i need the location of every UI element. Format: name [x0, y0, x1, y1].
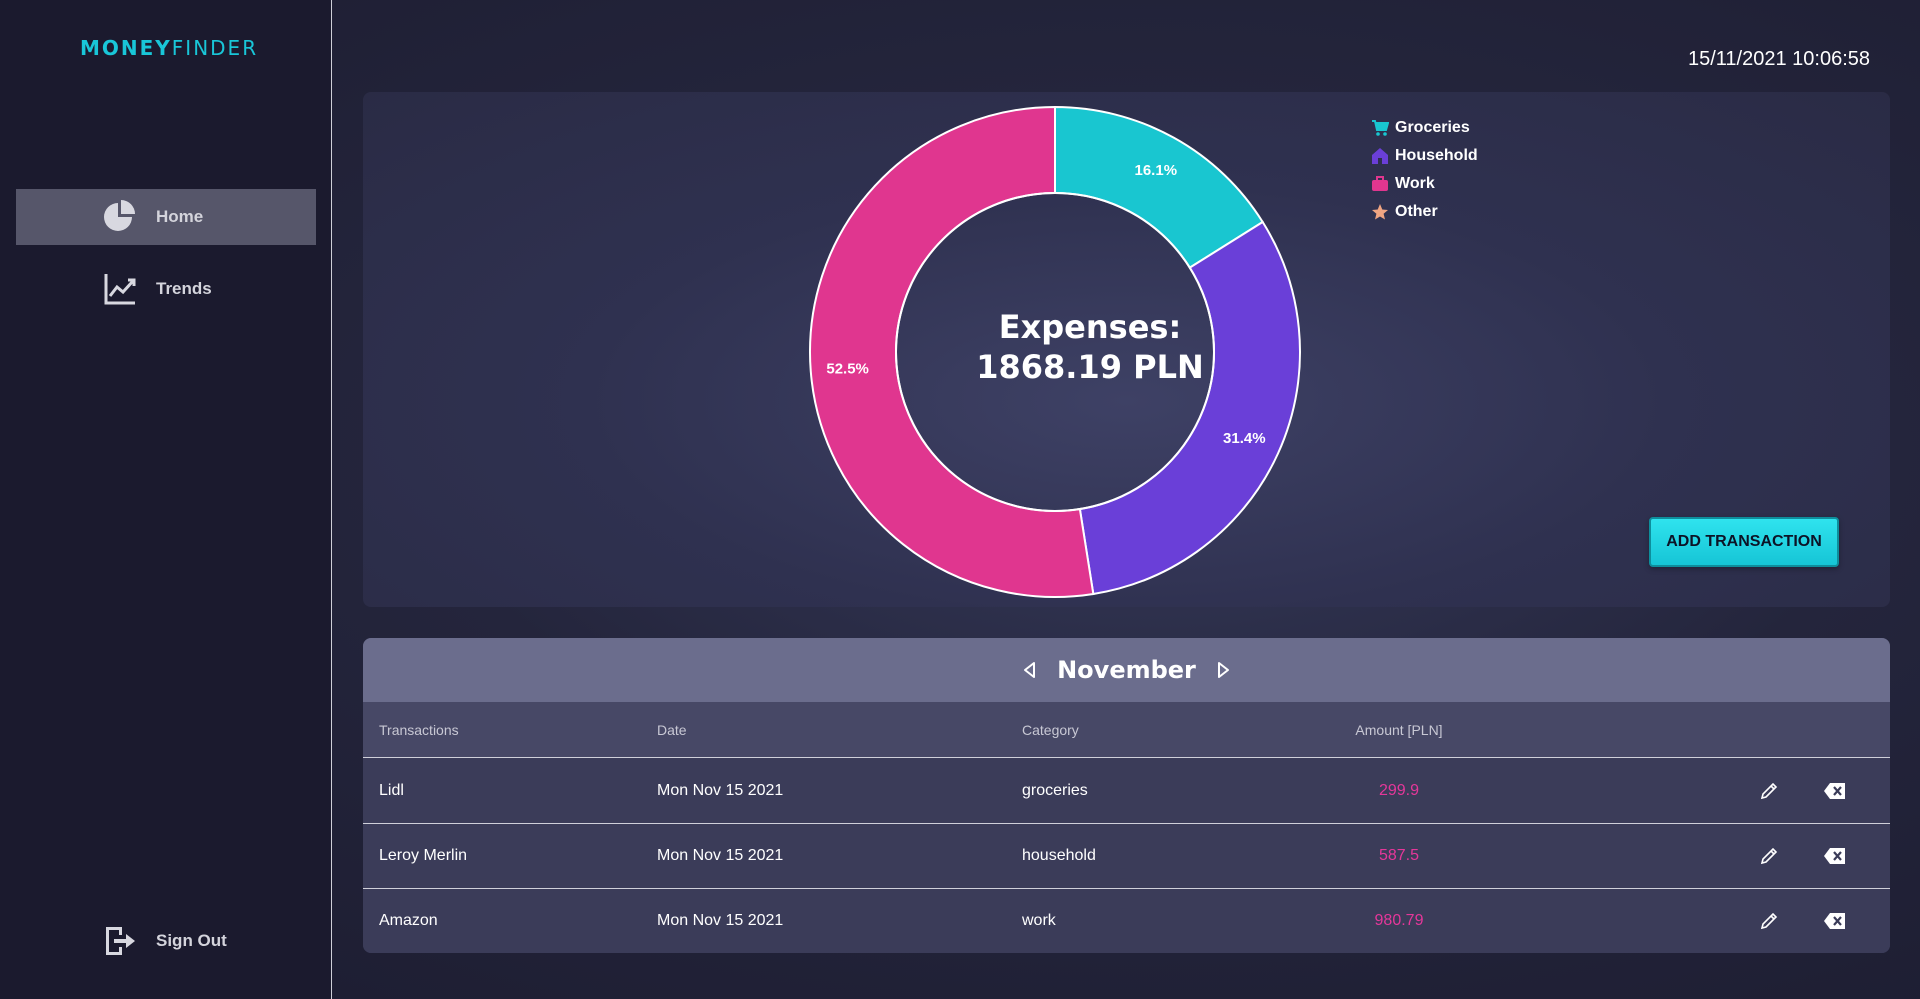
legend-item-household[interactable]: Household [1371, 142, 1478, 170]
expenses-total: Expenses: 1868.19 PLN [925, 307, 1255, 387]
transaction-category: work [1022, 912, 1056, 929]
current-datetime: 15/11/2021 10:06:58 [1687, 48, 1870, 70]
edit-pencil-icon[interactable] [1759, 911, 1779, 931]
month-selector: November [363, 638, 1890, 702]
expenses-amount: 1868.19 PLN [976, 348, 1204, 386]
transaction-date: Mon Nov 15 2021 [657, 847, 784, 864]
next-month-icon[interactable] [1212, 659, 1234, 681]
table-row: Lidl Mon Nov 15 2021 groceries 299.9 [363, 758, 1890, 823]
sidebar-item-trends[interactable]: Trends [16, 261, 316, 317]
star-icon [1372, 204, 1388, 220]
legend-label: Groceries [1395, 119, 1470, 136]
transaction-category: groceries [1022, 781, 1088, 799]
table-row: Leroy Merlin Mon Nov 15 2021 household 5… [363, 823, 1890, 888]
logo-light-text: FINDER [171, 36, 259, 60]
add-transaction-button[interactable]: ADD TRANSACTION [1649, 517, 1839, 567]
house-icon [1372, 148, 1388, 164]
sidebar-item-home[interactable]: Home [16, 189, 316, 245]
sign-out-icon [106, 927, 135, 955]
transaction-category: household [1022, 847, 1096, 864]
sidebar: MONEYFINDER Home Trends Sign Out [0, 0, 332, 999]
transaction-name: Leroy Merlin [379, 847, 468, 864]
expenses-chart-card: 16.1% 31.4% 52.5% Expenses: 1868.19 PLN Gr… [363, 92, 1890, 607]
sign-out-button[interactable]: Sign Out [16, 913, 316, 969]
transaction-name: Lidl [379, 781, 404, 799]
edit-pencil-icon[interactable] [1759, 846, 1779, 866]
transaction-amount: 587.5 [1378, 847, 1420, 864]
expenses-title: Expenses: [998, 308, 1182, 346]
transaction-date: Mon Nov 15 2021 [657, 781, 784, 799]
column-header-category[interactable]: Category [1022, 722, 1079, 738]
legend-label: Household [1395, 147, 1478, 164]
donut-slice-label: 52.5% [826, 360, 869, 377]
donut-slice-label: 31.4% [1223, 430, 1266, 447]
legend-item-groceries[interactable]: Groceries [1371, 114, 1478, 142]
legend-item-work[interactable]: Work [1371, 170, 1478, 198]
delete-backspace-icon[interactable] [1824, 912, 1846, 930]
legend-label: Other [1395, 203, 1438, 220]
donut-slice-label: 16.1% [1135, 162, 1178, 179]
transaction-amount: 980.79 [1374, 912, 1424, 929]
delete-backspace-icon[interactable] [1824, 847, 1846, 865]
sign-out-label: Sign Out [156, 931, 227, 950]
briefcase-icon [1372, 176, 1388, 191]
transaction-date: Mon Nov 15 2021 [657, 912, 784, 929]
trend-line-icon [104, 274, 136, 305]
sidebar-item-label: Trends [156, 279, 212, 298]
delete-backspace-icon[interactable] [1824, 782, 1846, 800]
donut-slice-household[interactable] [1078, 220, 1301, 596]
edit-pencil-icon[interactable] [1759, 781, 1779, 801]
logo-bold-text: MONEY [80, 36, 172, 60]
column-header-transactions[interactable]: Transactions [379, 722, 459, 738]
transaction-name: Amazon [379, 912, 438, 929]
table-header: Transactions Date Category Amount [PLN] [363, 702, 1890, 758]
shopping-cart-icon [1372, 120, 1389, 136]
previous-month-icon[interactable] [1019, 659, 1041, 681]
table-row: Amazon Mon Nov 15 2021 work 980.79 [363, 888, 1890, 953]
column-header-date[interactable]: Date [657, 722, 687, 738]
chart-legend: Groceries Household Work Other [1371, 114, 1478, 226]
transactions-table: November Transactions Date Category Amou… [363, 638, 1890, 953]
legend-label: Work [1395, 175, 1435, 192]
transaction-amount: 299.9 [1378, 781, 1420, 799]
app-logo[interactable]: MONEYFINDER [80, 36, 258, 60]
legend-item-other[interactable]: Other [1371, 198, 1478, 226]
current-month: November [1057, 656, 1196, 684]
pie-chart-icon [104, 200, 135, 231]
sidebar-item-label: Home [156, 207, 204, 226]
column-header-amount[interactable]: Amount [PLN] [1344, 722, 1454, 738]
